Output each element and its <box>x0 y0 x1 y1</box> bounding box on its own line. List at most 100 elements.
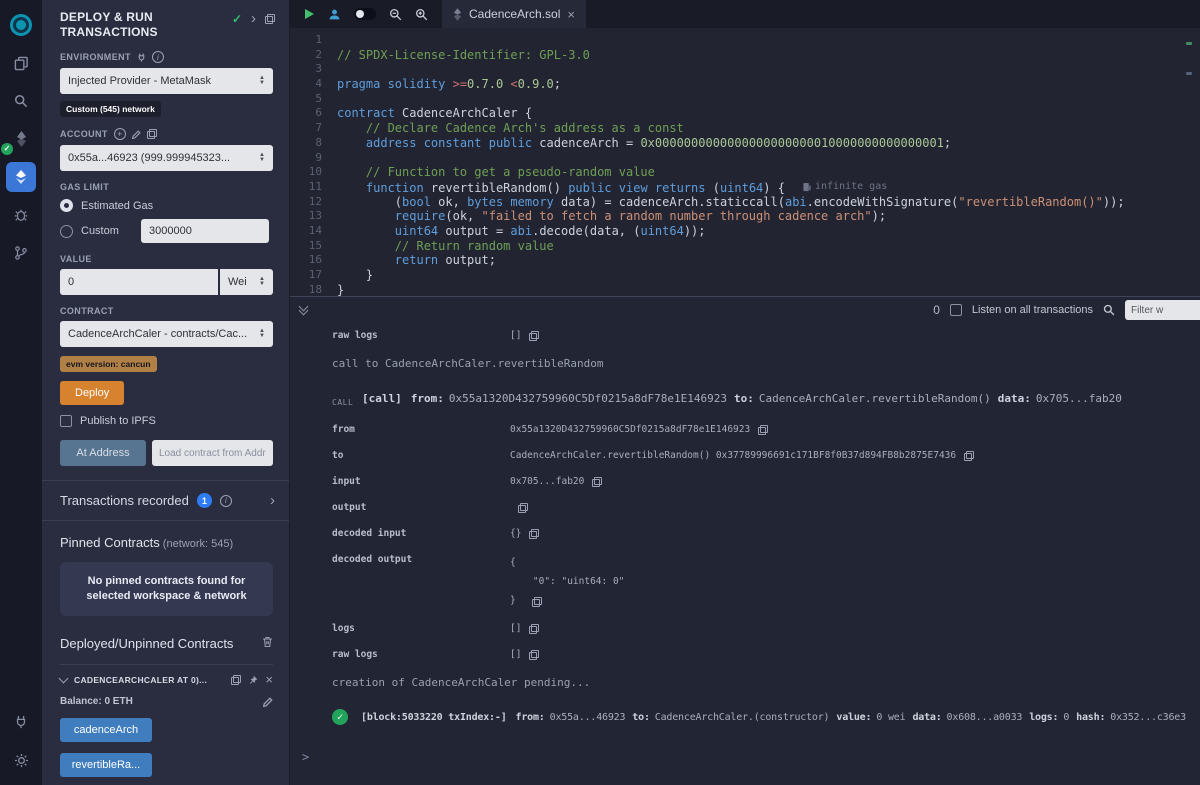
copy-icon[interactable] <box>529 529 539 539</box>
search-icon[interactable] <box>0 82 42 120</box>
remix-ide-window: ✓ DEPLOY & RUN TRANSACTIONS ✓ › <box>0 0 1200 785</box>
evm-version-badge: evm version: cancun <box>60 356 157 372</box>
deploy-button[interactable]: Deploy <box>60 381 124 405</box>
copy-icon[interactable] <box>964 451 974 461</box>
run-script-icon[interactable] <box>303 8 315 20</box>
copy-icon[interactable] <box>529 650 539 660</box>
pinned-empty-message: No pinned contracts found for selected w… <box>60 562 273 616</box>
filter-input[interactable] <box>1125 300 1200 320</box>
settings-icon[interactable] <box>0 741 42 779</box>
debugger-icon[interactable] <box>0 196 42 234</box>
code-line: 3 <box>290 62 1200 77</box>
select-arrows-icon: ▲▼ <box>253 153 265 163</box>
workspace-icon[interactable] <box>0 44 42 82</box>
code-line: 11 function revertibleRandom() public vi… <box>290 180 1200 195</box>
plugin-manager-icon[interactable] <box>0 703 42 741</box>
terminal-prompt[interactable]: > <box>290 750 1200 764</box>
chevron-down-icon[interactable] <box>59 674 69 684</box>
chevron-right-icon[interactable]: › <box>270 496 275 506</box>
code-line: 8 address constant public cadenceArch = … <box>290 136 1200 151</box>
line-number: 12 <box>290 195 337 210</box>
line-number: 6 <box>290 106 337 121</box>
solidity-file-icon <box>453 8 462 21</box>
deployed-contract-card: CADENCEARCHCALER AT 0)... × Balance: 0 E… <box>60 664 273 777</box>
value-input[interactable] <box>60 269 218 295</box>
code-line: 17 } <box>290 268 1200 283</box>
line-number: 1 <box>290 33 337 48</box>
pinned-contracts-title: Pinned Contracts (network: 545) <box>60 535 273 550</box>
line-number: 10 <box>290 165 337 180</box>
pin-icon[interactable] <box>248 675 258 685</box>
panel-title: DEPLOY & RUN TRANSACTIONS <box>60 10 210 40</box>
chevron-right-icon[interactable]: › <box>251 14 256 24</box>
scenario-icon[interactable] <box>0 234 42 272</box>
transactions-count-badge: 1 <box>197 493 212 508</box>
copy-icon[interactable] <box>529 331 539 341</box>
copy-icon[interactable] <box>518 503 528 513</box>
check-icon: ✓ <box>232 12 242 26</box>
code-line: 9 <box>290 151 1200 166</box>
line-number: 3 <box>290 62 337 77</box>
publish-ipfs-checkbox[interactable] <box>60 415 72 427</box>
popout-icon[interactable] <box>265 14 275 24</box>
select-arrows-icon: ▲▼ <box>253 76 265 86</box>
line-number: 11 <box>290 180 337 195</box>
at-address-input[interactable] <box>152 440 273 466</box>
line-number: 2 <box>290 48 337 63</box>
custom-gas-radio[interactable] <box>60 225 73 238</box>
custom-gas-input[interactable] <box>141 219 269 243</box>
transactions-recorded-row[interactable]: Transactions recorded 1 › <box>42 481 289 521</box>
estimated-gas-radio[interactable] <box>60 199 73 212</box>
edit-icon[interactable] <box>263 697 273 707</box>
terminal-row: from0x55a1320D432759960C5Df0215a8dF78e1E… <box>332 423 1200 437</box>
close-tab-icon[interactable]: × <box>567 7 575 22</box>
deploy-run-icon[interactable] <box>0 158 42 196</box>
code-editor[interactable]: 12// SPDX-License-Identifier: GPL-3.034p… <box>290 28 1200 296</box>
terminal-row: toCadenceArchCaler.revertibleRandom() 0x… <box>332 449 1200 463</box>
account-select[interactable]: 0x55a...46923 (999.999945323... ▲▼ <box>60 145 273 171</box>
at-address-button[interactable]: At Address <box>60 440 146 466</box>
add-account-icon[interactable] <box>114 128 126 140</box>
tab-cadencearch[interactable]: CadenceArch.sol × <box>442 0 586 28</box>
terminal-row: decoded input{} <box>332 527 1200 541</box>
preview-toggle[interactable] <box>354 8 376 20</box>
trash-icon[interactable] <box>262 636 273 651</box>
close-icon[interactable]: × <box>265 675 273 685</box>
code-line: 10 // Function to get a pseudo-random va… <box>290 165 1200 180</box>
listen-checkbox[interactable] <box>950 304 962 316</box>
copy-icon[interactable] <box>592 477 602 487</box>
zoom-in-icon[interactable] <box>415 8 428 21</box>
plug-icon <box>137 53 146 62</box>
info-icon[interactable] <box>152 51 164 63</box>
search-icon[interactable] <box>1103 304 1115 316</box>
deploy-run-panel: DEPLOY & RUN TRANSACTIONS ✓ › ENVIRONMEN… <box>42 0 290 785</box>
terminal-row: output <box>332 501 1200 515</box>
code-line: 4pragma solidity >=0.7.0 <0.9.0; <box>290 77 1200 92</box>
code-line: 18} <box>290 283 1200 296</box>
terminal-row: creation of CadenceArchCaler pending... <box>332 674 1200 691</box>
copy-icon[interactable] <box>147 129 157 139</box>
copy-icon[interactable] <box>529 624 539 634</box>
remix-logo[interactable] <box>0 6 42 44</box>
terminal: 0 Listen on all transactions raw logs[]c… <box>290 296 1200 785</box>
edit-icon[interactable] <box>132 130 141 139</box>
expand-terminal-icon[interactable] <box>300 306 307 314</box>
info-icon[interactable] <box>220 495 232 507</box>
environment-select[interactable]: Injected Provider - MetaMask ▲▼ <box>60 68 273 94</box>
code-line: 15 // Return random value <box>290 239 1200 254</box>
terminal-toolbar: 0 Listen on all transactions <box>290 297 1200 323</box>
copy-icon[interactable] <box>532 597 542 607</box>
copy-icon[interactable] <box>758 425 768 435</box>
zoom-out-icon[interactable] <box>389 8 402 21</box>
publish-icon[interactable] <box>328 8 341 21</box>
value-unit-select[interactable]: Wei ▲▼ <box>220 269 273 295</box>
transactions-recorded-label: Transactions recorded <box>60 493 189 508</box>
contract-select[interactable]: CadenceArchCaler - contracts/Cac... ▲▼ <box>60 321 273 347</box>
copy-icon[interactable] <box>231 675 241 685</box>
compiler-icon[interactable]: ✓ <box>0 120 42 158</box>
line-number: 4 <box>290 77 337 92</box>
fn-button-cadencearch[interactable]: cadenceArch <box>60 718 152 742</box>
network-badge: Custom (545) network <box>60 101 161 117</box>
fn-button-revertiblerandom[interactable]: revertibleRa... <box>60 753 152 777</box>
line-number: 18 <box>290 283 337 296</box>
